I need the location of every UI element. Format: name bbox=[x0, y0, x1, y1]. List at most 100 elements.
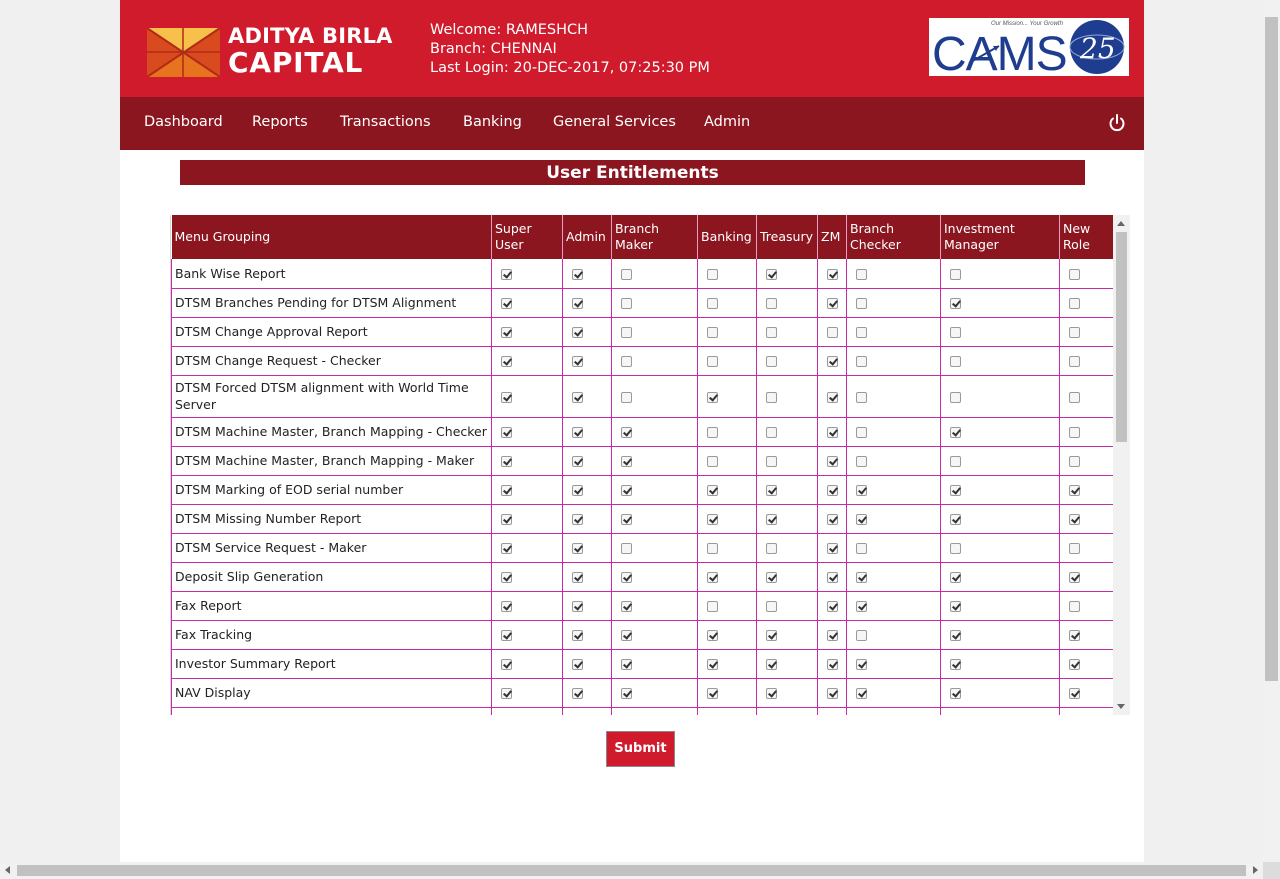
checkbox-branch-checker[interactable] bbox=[856, 514, 867, 525]
checkbox-treasury[interactable] bbox=[766, 514, 777, 525]
checkbox-admin[interactable] bbox=[572, 630, 583, 641]
checkbox-investment-manager[interactable] bbox=[950, 356, 961, 367]
checkbox-investment-manager[interactable] bbox=[950, 514, 961, 525]
checkbox-branch-checker[interactable] bbox=[856, 601, 867, 612]
checkbox-treasury[interactable] bbox=[766, 427, 777, 438]
checkbox-branch-maker[interactable] bbox=[621, 268, 632, 280]
checkbox-branch-checker[interactable] bbox=[856, 630, 867, 641]
checkbox-banking[interactable] bbox=[707, 427, 718, 438]
checkbox-branch-maker[interactable] bbox=[621, 485, 632, 496]
checkbox-banking[interactable] bbox=[707, 630, 718, 641]
checkbox-banking[interactable] bbox=[707, 485, 718, 496]
checkbox-treasury[interactable] bbox=[766, 688, 777, 699]
checkbox-treasury[interactable] bbox=[766, 298, 777, 309]
window-vertical-scrollbar[interactable] bbox=[1263, 0, 1280, 862]
checkbox-branch-checker[interactable] bbox=[856, 268, 867, 280]
checkbox-investment-manager[interactable] bbox=[950, 601, 961, 612]
checkbox-admin[interactable] bbox=[572, 601, 583, 612]
checkbox-branch-maker[interactable] bbox=[621, 356, 632, 367]
checkbox-treasury[interactable] bbox=[766, 268, 777, 280]
checkbox-super-user[interactable] bbox=[501, 456, 512, 467]
checkbox-investment-manager[interactable] bbox=[950, 391, 961, 403]
checkbox-branch-maker[interactable] bbox=[621, 456, 632, 467]
checkbox-banking[interactable] bbox=[707, 572, 718, 583]
checkbox-new-role[interactable] bbox=[1069, 601, 1080, 612]
checkbox-branch-maker[interactable] bbox=[621, 514, 632, 525]
checkbox-branch-checker[interactable] bbox=[856, 327, 867, 338]
scroll-up-icon[interactable] bbox=[1117, 221, 1125, 226]
checkbox-banking[interactable] bbox=[707, 456, 718, 467]
checkbox-branch-checker[interactable] bbox=[856, 356, 867, 367]
checkbox-investment-manager[interactable] bbox=[950, 268, 961, 280]
checkbox-new-role[interactable] bbox=[1069, 485, 1080, 496]
checkbox-branch-checker[interactable] bbox=[856, 456, 867, 467]
checkbox-investment-manager[interactable] bbox=[950, 630, 961, 641]
checkbox-new-role[interactable] bbox=[1069, 514, 1080, 525]
checkbox-branch-checker[interactable] bbox=[856, 391, 867, 403]
checkbox-branch-maker[interactable] bbox=[621, 327, 632, 338]
checkbox-admin[interactable] bbox=[572, 427, 583, 438]
checkbox-super-user[interactable] bbox=[501, 543, 512, 554]
checkbox-zm[interactable] bbox=[827, 601, 838, 612]
checkbox-super-user[interactable] bbox=[501, 427, 512, 438]
checkbox-branch-checker[interactable] bbox=[856, 543, 867, 554]
checkbox-banking[interactable] bbox=[707, 659, 718, 670]
checkbox-branch-maker[interactable] bbox=[621, 630, 632, 641]
checkbox-branch-checker[interactable] bbox=[856, 298, 867, 309]
scroll-down-icon[interactable] bbox=[1117, 704, 1125, 709]
nav-reports[interactable]: Reports bbox=[252, 114, 308, 130]
checkbox-zm[interactable] bbox=[827, 456, 838, 467]
nav-dashboard[interactable]: Dashboard bbox=[144, 114, 223, 130]
checkbox-treasury[interactable] bbox=[766, 456, 777, 467]
nav-admin[interactable]: Admin bbox=[704, 114, 750, 130]
checkbox-new-role[interactable] bbox=[1069, 543, 1080, 554]
checkbox-new-role[interactable] bbox=[1069, 268, 1080, 280]
checkbox-banking[interactable] bbox=[707, 601, 718, 612]
scroll-left-icon[interactable] bbox=[5, 866, 10, 874]
checkbox-zm[interactable] bbox=[827, 427, 838, 438]
checkbox-investment-manager[interactable] bbox=[950, 688, 961, 699]
checkbox-super-user[interactable] bbox=[501, 356, 512, 367]
window-vscroll-thumb[interactable] bbox=[1265, 17, 1278, 681]
checkbox-super-user[interactable] bbox=[501, 659, 512, 670]
checkbox-branch-maker[interactable] bbox=[621, 601, 632, 612]
checkbox-new-role[interactable] bbox=[1069, 456, 1080, 467]
grid-scrollbar[interactable] bbox=[1113, 215, 1130, 715]
submit-button[interactable]: Submit bbox=[606, 731, 675, 767]
window-horizontal-scrollbar[interactable] bbox=[0, 862, 1263, 879]
checkbox-zm[interactable] bbox=[827, 298, 838, 309]
checkbox-banking[interactable] bbox=[707, 543, 718, 554]
checkbox-banking[interactable] bbox=[707, 327, 718, 338]
checkbox-super-user[interactable] bbox=[501, 688, 512, 699]
checkbox-branch-maker[interactable] bbox=[621, 688, 632, 699]
checkbox-admin[interactable] bbox=[572, 356, 583, 367]
checkbox-super-user[interactable] bbox=[501, 485, 512, 496]
checkbox-investment-manager[interactable] bbox=[950, 543, 961, 554]
checkbox-investment-manager[interactable] bbox=[950, 327, 961, 338]
checkbox-zm[interactable] bbox=[827, 268, 838, 280]
checkbox-treasury[interactable] bbox=[766, 485, 777, 496]
checkbox-branch-maker[interactable] bbox=[621, 659, 632, 670]
checkbox-super-user[interactable] bbox=[501, 630, 512, 641]
checkbox-investment-manager[interactable] bbox=[950, 456, 961, 467]
checkbox-zm[interactable] bbox=[827, 327, 838, 338]
checkbox-banking[interactable] bbox=[707, 298, 718, 309]
checkbox-branch-maker[interactable] bbox=[621, 391, 632, 403]
checkbox-new-role[interactable] bbox=[1069, 427, 1080, 438]
checkbox-zm[interactable] bbox=[827, 572, 838, 583]
checkbox-investment-manager[interactable] bbox=[950, 659, 961, 670]
checkbox-treasury[interactable] bbox=[766, 327, 777, 338]
checkbox-new-role[interactable] bbox=[1069, 327, 1080, 338]
checkbox-admin[interactable] bbox=[572, 327, 583, 338]
power-icon[interactable] bbox=[1107, 113, 1127, 133]
checkbox-branch-checker[interactable] bbox=[856, 427, 867, 438]
checkbox-admin[interactable] bbox=[572, 268, 583, 280]
checkbox-zm[interactable] bbox=[827, 659, 838, 670]
checkbox-investment-manager[interactable] bbox=[950, 427, 961, 438]
checkbox-admin[interactable] bbox=[572, 514, 583, 525]
checkbox-zm[interactable] bbox=[827, 630, 838, 641]
checkbox-super-user[interactable] bbox=[501, 327, 512, 338]
checkbox-treasury[interactable] bbox=[766, 572, 777, 583]
checkbox-investment-manager[interactable] bbox=[950, 298, 961, 309]
checkbox-zm[interactable] bbox=[827, 688, 838, 699]
